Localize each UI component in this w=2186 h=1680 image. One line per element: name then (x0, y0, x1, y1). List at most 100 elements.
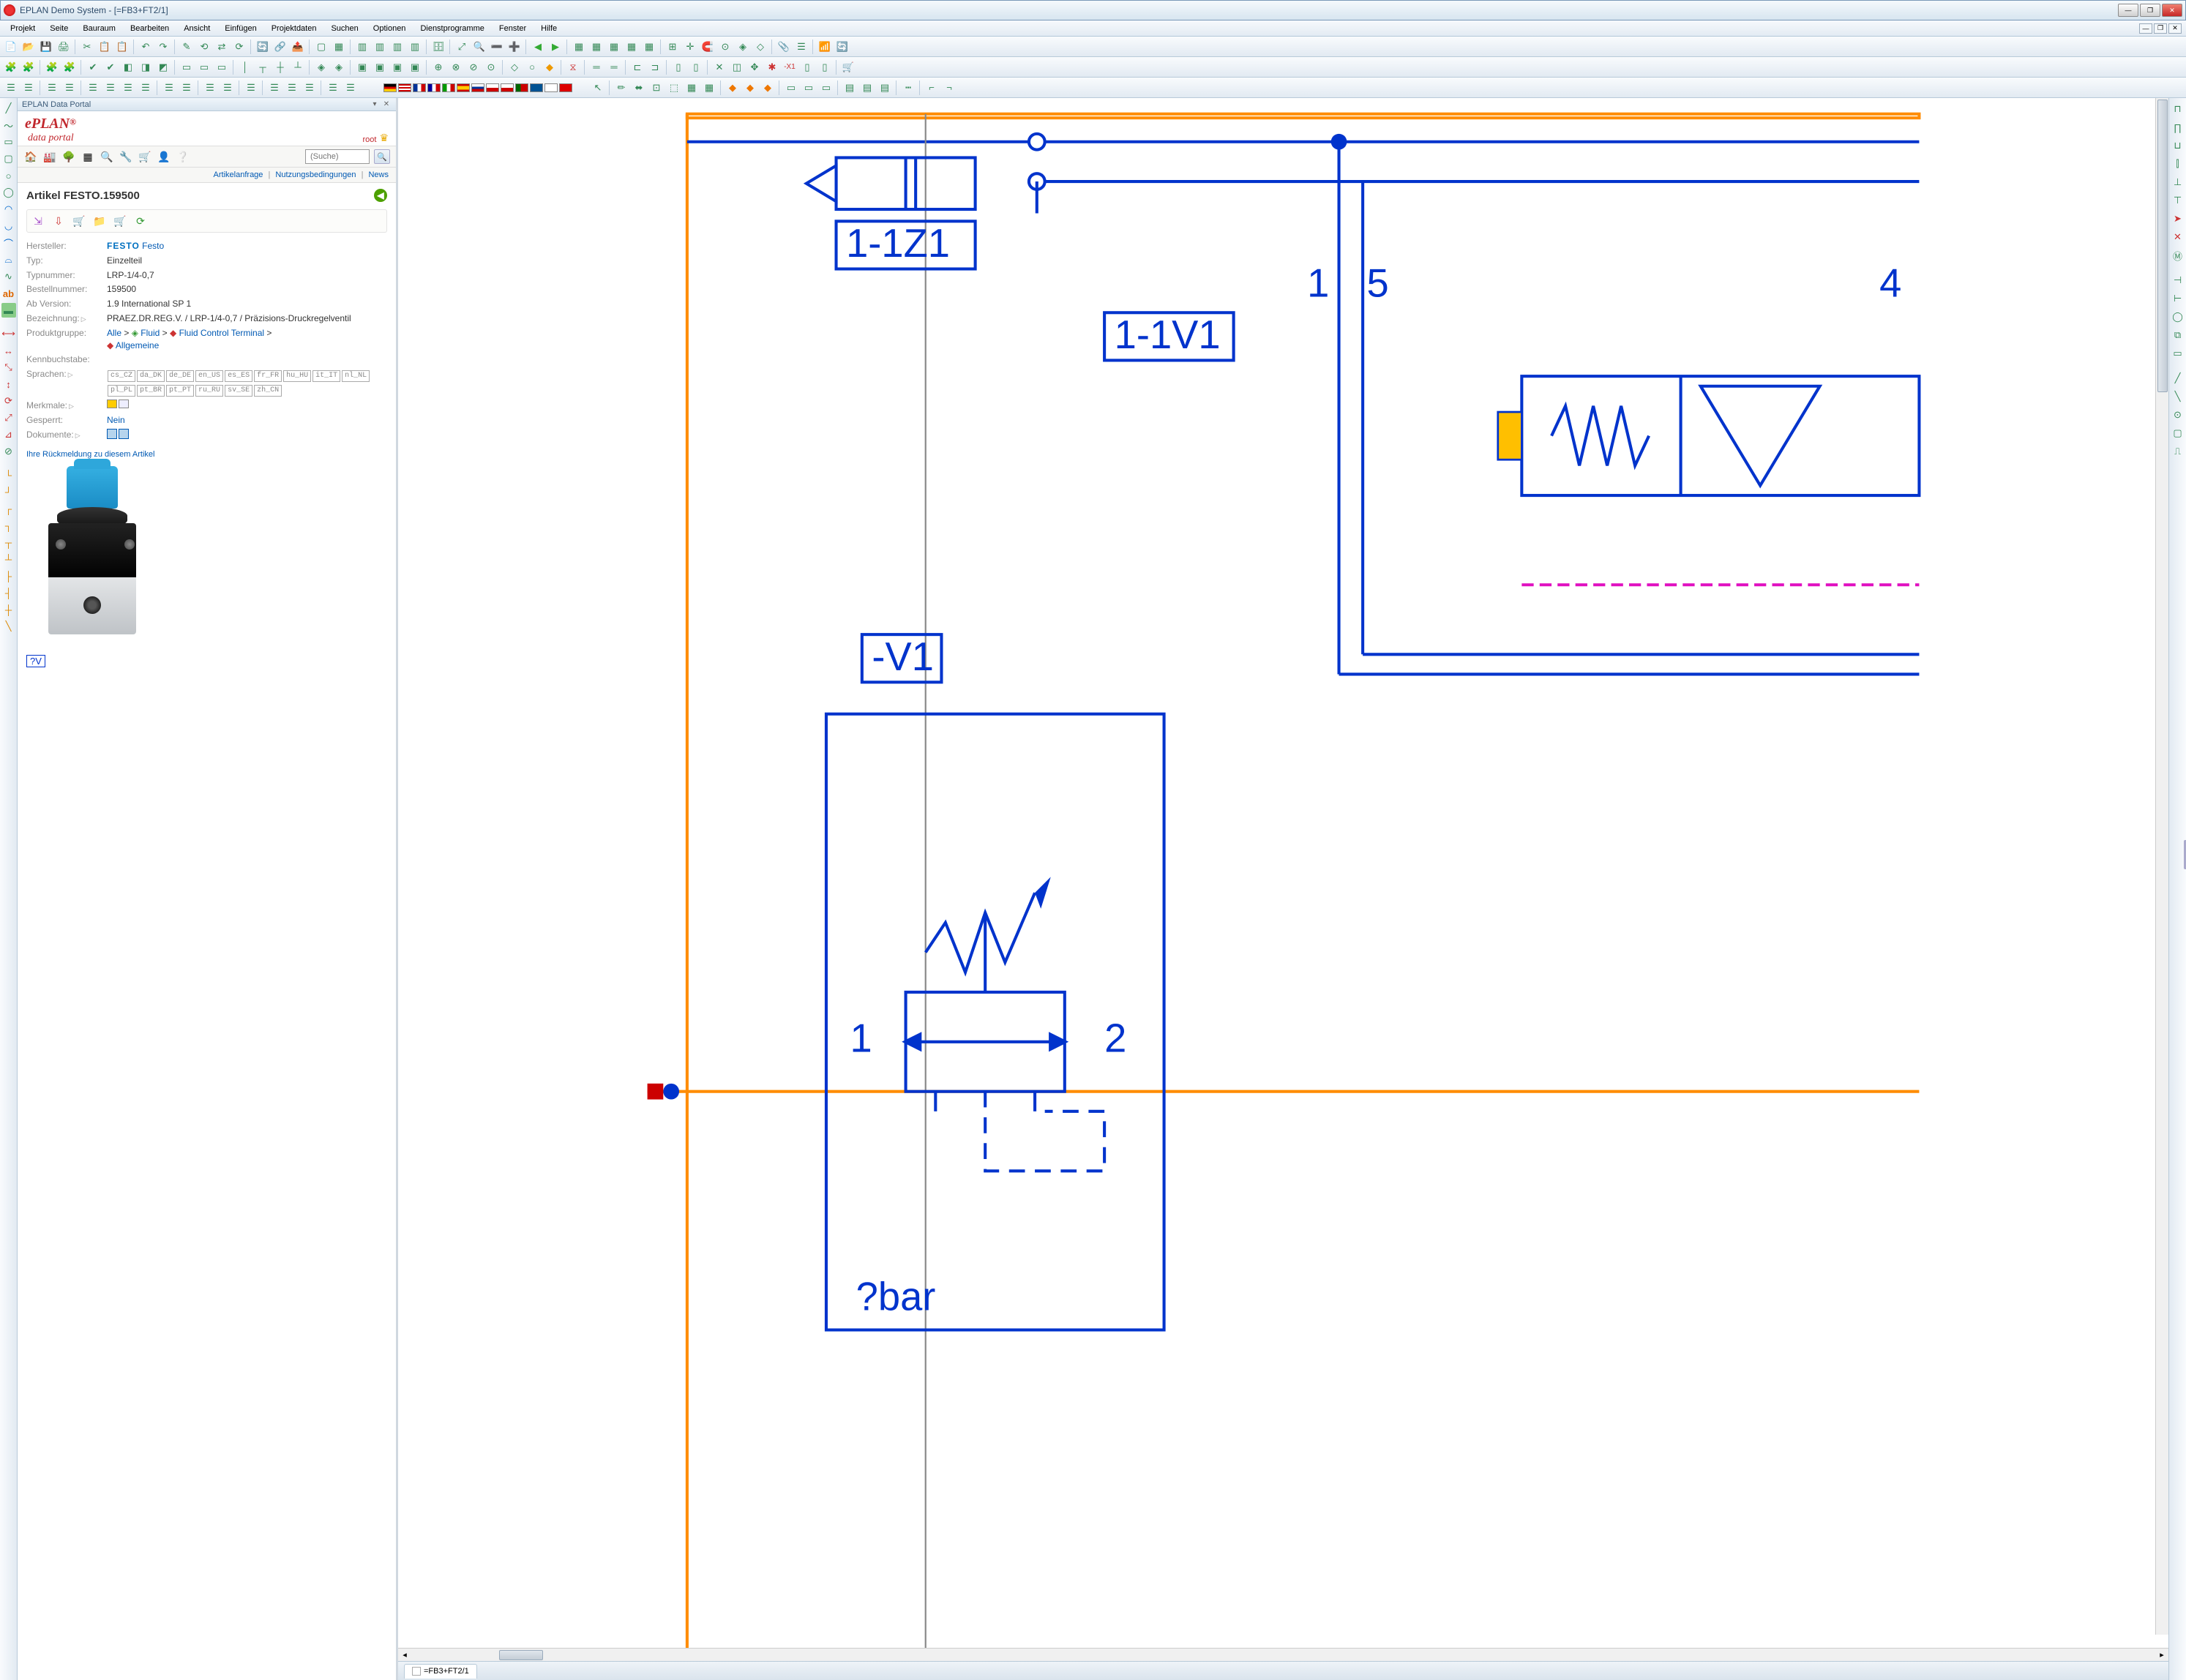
flag-se-icon[interactable] (530, 83, 543, 92)
tb-net3-icon[interactable]: ⊘ (465, 59, 482, 75)
tb-sym3-icon[interactable]: ▣ (354, 59, 370, 75)
tb-cut-icon[interactable]: ✂ (79, 39, 95, 55)
tb-valve-icon[interactable]: ⧖ (565, 59, 581, 75)
rt-comp2-icon[interactable]: ∏ (2170, 119, 2186, 135)
tb-wifi-icon[interactable]: 📶 (817, 39, 833, 55)
tb-save-icon[interactable]: 💾 (38, 39, 54, 55)
lang-chip[interactable]: pt_BR (137, 385, 165, 397)
link-nutzungsbedingungen[interactable]: Nutzungsbedingungen (275, 170, 356, 179)
tb-paste-icon[interactable]: 📋 (114, 39, 130, 55)
dp-help-icon[interactable]: ❔ (176, 149, 190, 164)
lang-chip[interactable]: fr_FR (254, 370, 282, 382)
vt-corner4-icon[interactable]: ┐ (1, 518, 16, 533)
tb-snap2-icon[interactable]: ◈ (735, 39, 751, 55)
vt-arc4-icon[interactable]: ⌓ (1, 252, 16, 267)
tb-undo-icon[interactable]: ↶ (138, 39, 154, 55)
tb-list1-icon[interactable]: ☰ (3, 80, 19, 96)
doc-close-button[interactable]: ✕ (2168, 23, 2182, 34)
doc-chip-2[interactable] (119, 429, 129, 439)
rt-comp5-icon[interactable]: ⊥ (2170, 174, 2186, 190)
menu-einfuegen[interactable]: Einfügen (219, 23, 262, 34)
rt-switch1-icon[interactable]: ╱ (2170, 370, 2186, 386)
tb-net1-icon[interactable]: ⊕ (430, 59, 446, 75)
tb-sheet-icon[interactable]: ▯ (799, 59, 815, 75)
tb-cursor-icon[interactable]: ↖ (590, 80, 606, 96)
tb-sync2-icon[interactable]: 🔄 (834, 39, 850, 55)
tb-angle2-icon[interactable]: ¬ (941, 80, 957, 96)
tb-puzzle4-icon[interactable]: 🧩 (61, 59, 78, 75)
act-import-icon[interactable]: ⇩ (52, 214, 65, 228)
tb-layout3-icon[interactable]: ▦ (606, 39, 622, 55)
tb-angle1-icon[interactable]: ⌐ (924, 80, 940, 96)
tb-net2-icon[interactable]: ⊗ (448, 59, 464, 75)
tb-z3-icon[interactable]: ▤ (877, 80, 893, 96)
flag-es-icon[interactable] (457, 83, 470, 92)
minimize-button[interactable]: — (2118, 4, 2138, 17)
tb-table-icon[interactable]: ☰ (793, 39, 809, 55)
lang-chip[interactable]: pl_PL (108, 385, 135, 397)
vt-rect-icon[interactable]: ▭ (1, 135, 16, 149)
tb-draw5-icon[interactable]: ▦ (684, 80, 700, 96)
tb-sync-icon[interactable]: 🔄 (255, 39, 271, 55)
tb-draw3-icon[interactable]: ⊡ (648, 80, 665, 96)
schematic-canvas[interactable]: 1-1Z1 1-1V1 1 5 4 (398, 98, 2168, 1648)
flag-ru-icon[interactable] (471, 83, 484, 92)
dp-home-icon[interactable]: 🏠 (23, 149, 38, 164)
lang-chip[interactable]: sv_SE (225, 385, 252, 397)
tb-sheet1-icon[interactable]: ▥ (354, 39, 370, 55)
lang-chip[interactable]: hu_HU (283, 370, 311, 382)
tb-list17-icon[interactable]: ☰ (325, 80, 341, 96)
vt-t4-icon[interactable]: ┤ (1, 585, 16, 600)
back-button[interactable]: ◀ (374, 189, 387, 202)
flag-cz-icon[interactable] (501, 83, 514, 92)
tb-copy-icon[interactable]: 📋 (97, 39, 113, 55)
rt-link-icon[interactable]: ⎍ (2170, 443, 2186, 460)
vt-fill-icon[interactable]: ▬ (1, 303, 16, 318)
flag-cn-icon[interactable] (559, 83, 572, 92)
rt-r7-icon[interactable]: ▭ (2170, 345, 2186, 361)
flag-de-icon[interactable] (383, 83, 397, 92)
tb-sym6-icon[interactable]: ▣ (407, 59, 423, 75)
rt-contact1-icon[interactable]: ⊣ (2170, 272, 2186, 288)
tb-x1-icon[interactable]: ✕ (711, 59, 727, 75)
dp-search-button[interactable]: 🔍 (374, 149, 390, 164)
lang-chip[interactable]: it_IT (312, 370, 340, 382)
act-tree-icon[interactable]: ⇲ (31, 214, 45, 228)
tb-layout1-icon[interactable]: ▦ (571, 39, 587, 55)
tb-grid-icon[interactable]: ▦ (331, 39, 347, 55)
rt-switch2-icon[interactable]: ╲ (2170, 389, 2186, 405)
tb-puzzle3-icon[interactable]: 🧩 (44, 59, 60, 75)
panel-dropdown-icon[interactable]: ▾ (370, 100, 380, 110)
tb-dash-icon[interactable]: ┅ (900, 80, 916, 96)
menu-dienstprogramme[interactable]: Dienstprogramme (414, 23, 490, 34)
tb-list4-icon[interactable]: ☰ (61, 80, 78, 96)
vt-poly-icon[interactable]: 〜 (1, 118, 16, 132)
tb-navright-icon[interactable]: ▶ (547, 39, 564, 55)
tb-comp3-icon[interactable]: ▭ (214, 59, 230, 75)
rt-contact2-icon[interactable]: ⊢ (2170, 290, 2186, 307)
lang-chip[interactable]: en_US (195, 370, 223, 382)
vt-dim6-icon[interactable]: ⤢ (1, 410, 16, 425)
vt-dim4-icon[interactable]: ↕ (1, 377, 16, 391)
vt-t1-icon[interactable]: ┬ (1, 535, 16, 550)
tb-zoomext-icon[interactable]: ⤢ (454, 39, 470, 55)
vt-circle-icon[interactable]: ○ (1, 168, 16, 183)
doc-restore-button[interactable]: ❐ (2154, 23, 2167, 34)
tb-reload-icon[interactable]: ⟳ (231, 39, 247, 55)
tb-open-icon[interactable]: 📂 (20, 39, 37, 55)
lang-chip[interactable]: zh_CN (254, 385, 282, 397)
vt-arc3-icon[interactable]: ⌒ (1, 236, 16, 250)
tb-shape3-icon[interactable]: ◆ (542, 59, 558, 75)
tb-net4-icon[interactable]: ⊙ (483, 59, 499, 75)
tb-list6-icon[interactable]: ☰ (102, 80, 119, 96)
flag-kr-icon[interactable] (544, 83, 558, 92)
tb-check-icon[interactable]: ✔ (85, 59, 101, 75)
dp-cart-icon[interactable]: 🛒 (138, 149, 152, 164)
tb-rotate-icon[interactable]: ⟲ (196, 39, 212, 55)
tb-sym1-icon[interactable]: ◈ (313, 59, 329, 75)
tb-list7-icon[interactable]: ☰ (120, 80, 136, 96)
vt-dim3-icon[interactable]: ⤡ (1, 360, 16, 375)
tb-navleft-icon[interactable]: ◀ (530, 39, 546, 55)
vt-line-d-icon[interactable]: ╲ (1, 619, 16, 634)
flag-pl-icon[interactable] (486, 83, 499, 92)
